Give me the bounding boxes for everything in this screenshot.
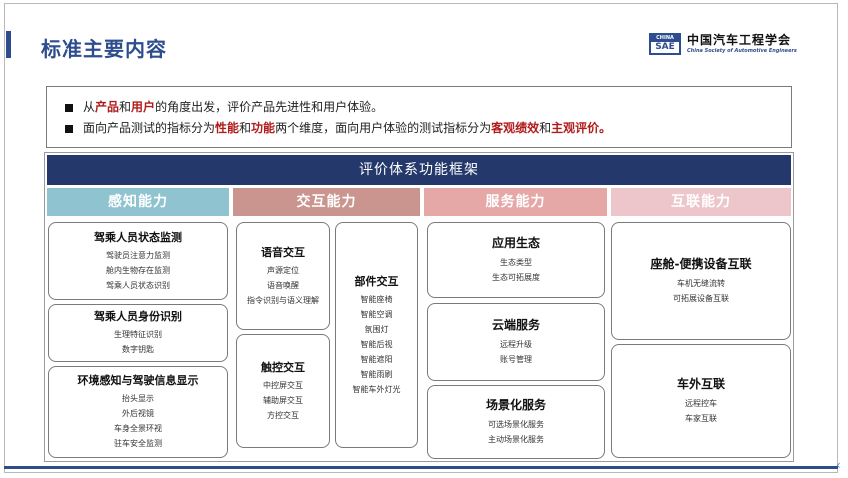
csae-logo-icon: CHINA SAE: [649, 33, 681, 55]
csae-logo: CHINA SAE 中国汽车工程学会 China Society of Auto…: [649, 30, 797, 58]
box-external-connectivity: 车外互联 远程控车 车家互联: [611, 344, 791, 458]
logo-name-cn: 中国汽车工程学会: [687, 33, 792, 47]
box-touch-interaction: 触控交互 中控屏交互 辅助屏交互 方控交互: [236, 334, 330, 448]
title-accent-bar: [6, 31, 11, 58]
box-app-ecosystem: 应用生态 生态类型 生态可拓展度: [427, 222, 605, 298]
box-cabin-device-connectivity: 座舱-便携设备互联 车机无缝流转 可拓展设备互联: [611, 222, 791, 340]
framework-title: 评价体系功能框架: [47, 155, 791, 185]
category-interaction: 交互能力: [233, 188, 420, 216]
evaluation-framework: 评价体系功能框架 感知能力 交互能力 服务能力 互联能力 驾乘人员状态监测 驾驶…: [44, 152, 794, 462]
bottom-accent-line: [4, 466, 838, 469]
chevron-left-icon[interactable]: ‹: [836, 458, 841, 472]
box-cloud-service: 云端服务 远程升级 账号管理: [427, 303, 605, 381]
category-perception: 感知能力: [47, 188, 229, 216]
box-voice-interaction: 语音交互 声源定位 语音唤醒 指令识别与语义理解: [236, 222, 330, 330]
box-occupant-identity: 驾乘人员身份识别 生理特征识别 数字钥匙: [48, 304, 228, 362]
box-environment-perception: 环境感知与驾驶信息显示 抬头显示 外后视镜 车身全景环视 驻车安全监测: [48, 366, 228, 458]
category-service: 服务能力: [424, 188, 607, 216]
logo-name-en: China Society of Automotive Engineers: [687, 48, 797, 54]
square-bullet-icon: [65, 103, 73, 112]
intro-box: 从产品和用户 的角度出发，评价产品先进性和用户体验。 面向产品测试的指标分为 性能和…: [46, 86, 792, 148]
box-component-interaction: 部件交互 智能座椅 智能空调 氛围灯 智能后视 智能遮阳 智能雨刷 智能车外灯光: [335, 222, 418, 448]
box-occupant-state-monitoring: 驾乘人员状态监测 驾驶员注意力监测 舱内生物存在监测 驾乘人员状态识别: [48, 222, 228, 300]
intro-line-1: 从产品和用户 的角度出发，评价产品先进性和用户体验。: [65, 97, 773, 118]
page-title: 标准主要内容: [41, 37, 167, 61]
box-scenario-service: 场景化服务 可选场景化服务 主动场景化服务: [427, 385, 605, 459]
intro-line-2: 面向产品测试的指标分为 性能和功能 两个维度，面向用户体验的测试指标分为 客观绩效和主…: [65, 118, 773, 139]
square-bullet-icon: [65, 124, 73, 133]
category-connectivity: 互联能力: [611, 188, 791, 216]
